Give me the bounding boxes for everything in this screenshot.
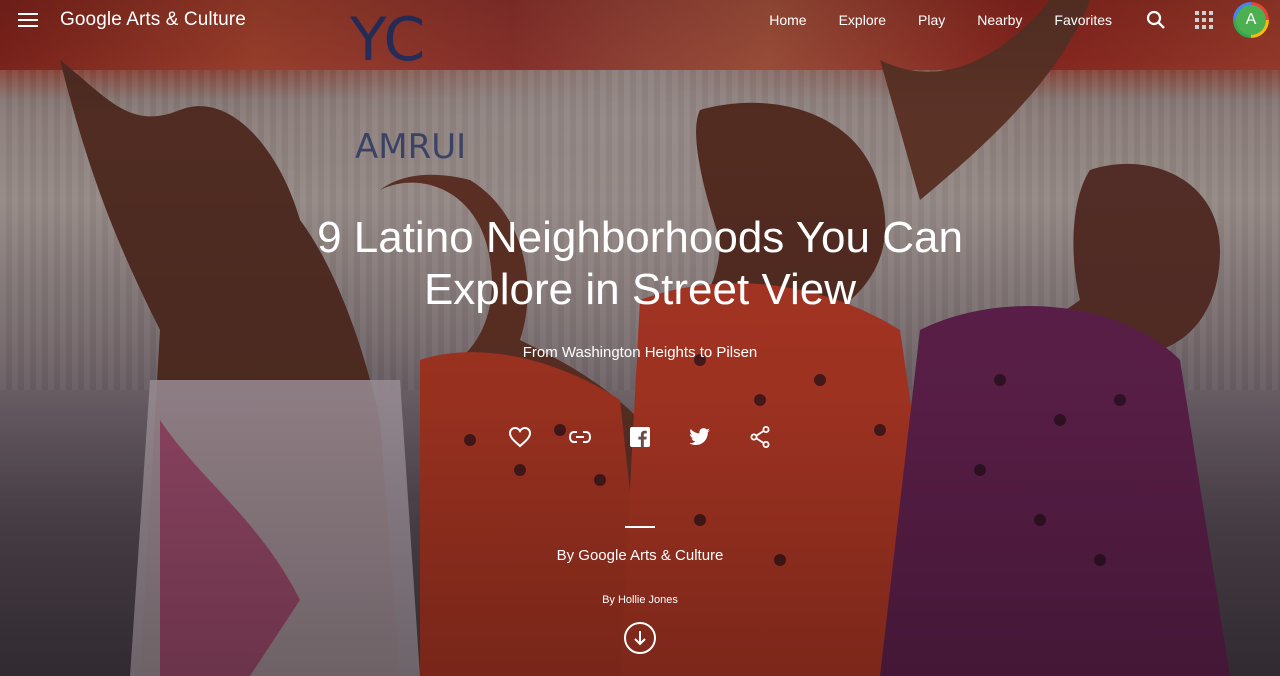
facebook-share-button[interactable]	[627, 424, 653, 450]
story-actions	[490, 424, 790, 450]
byline-divider	[625, 526, 655, 528]
menu-icon	[18, 13, 38, 27]
nav-home[interactable]: Home	[769, 12, 806, 28]
share-icon	[750, 426, 770, 448]
google-apps-button[interactable]	[1194, 10, 1214, 30]
nav-favorites[interactable]: Favorites	[1054, 12, 1112, 28]
copy-link-button[interactable]	[567, 424, 593, 450]
scroll-down-button[interactable]	[624, 622, 656, 654]
dark-overlay	[0, 0, 1280, 676]
site-logo[interactable]: Google Arts & Culture	[60, 9, 246, 31]
byline-organization[interactable]: By Google Arts & Culture	[240, 547, 1040, 564]
account-avatar[interactable]: A	[1233, 2, 1269, 38]
twitter-icon	[689, 428, 710, 446]
story-title: 9 Latino Neighborhoods You Can Explore i…	[317, 213, 963, 314]
nav-explore[interactable]: Explore	[839, 12, 886, 28]
favorite-heart-icon	[508, 426, 532, 448]
apps-grid-icon	[1195, 11, 1213, 29]
main-nav: Home Explore Play Nearby Favorites	[769, 0, 1112, 40]
hero-image: YC AMRUI Google Arts & Culture Home Expl…	[0, 0, 1280, 676]
copy-link-icon	[568, 431, 592, 443]
nav-play[interactable]: Play	[918, 12, 945, 28]
favorite-button[interactable]	[507, 424, 533, 450]
byline-author: By Hollie Jones	[602, 594, 678, 606]
search-icon	[1146, 10, 1165, 29]
top-navigation-bar: Google Arts & Culture Home Explore Play …	[0, 0, 1280, 40]
nav-nearby[interactable]: Nearby	[977, 12, 1022, 28]
menu-button[interactable]	[14, 6, 42, 34]
avatar-initial: A	[1236, 5, 1266, 35]
arrow-down-circle-icon	[634, 631, 646, 646]
share-button[interactable]	[747, 424, 773, 450]
twitter-share-button[interactable]	[687, 424, 713, 450]
search-button[interactable]	[1144, 8, 1168, 32]
story-subtitle: From Washington Heights to Pilsen	[522, 344, 758, 361]
facebook-icon	[630, 427, 650, 447]
